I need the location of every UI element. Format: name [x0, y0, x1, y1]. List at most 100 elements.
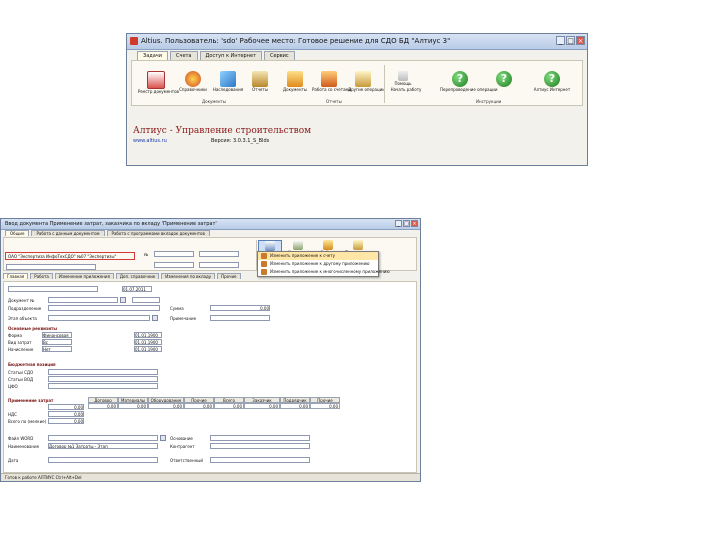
help-button[interactable]: Помощь	[390, 71, 416, 86]
posting-icon	[353, 240, 363, 250]
subtab-work[interactable]: Работа	[30, 273, 53, 279]
cost-code-field[interactable]	[48, 376, 158, 382]
document-window: Ввод документа Применение затрат, заказч…	[0, 218, 421, 482]
start-work-button[interactable]: Начать работу	[390, 87, 422, 92]
section-main-props: Основные реквизиты	[8, 326, 57, 331]
minimize-button[interactable]: _	[556, 36, 565, 45]
amount-field-3[interactable]: 0,00	[48, 418, 84, 424]
section-budget: Бюджетная позиция	[8, 362, 56, 367]
note-field[interactable]	[210, 315, 270, 321]
form-label: Форма	[8, 333, 22, 338]
close-button[interactable]: ×	[411, 220, 418, 227]
sum-field[interactable]: 0,00	[210, 305, 270, 311]
grid-cell-2[interactable]: 0,00	[118, 403, 148, 409]
contractor-field[interactable]	[210, 443, 310, 449]
subtab-changes[interactable]: Изменение приложения	[54, 273, 114, 279]
object-lookup-button[interactable]	[152, 315, 158, 321]
highlighted-doc-reference: ОАО "Экспертиза ИнфоТехСДО" №07 "Эксперт…	[5, 252, 135, 260]
subtab-other[interactable]: Прочие	[217, 273, 241, 279]
date-field-5[interactable]: 01.01.1900	[134, 346, 162, 352]
reports-button[interactable]: Отчеты	[246, 71, 274, 92]
type-field[interactable]: Вс	[42, 339, 72, 345]
ribbon-field-4[interactable]	[154, 262, 194, 268]
accounts-work-button[interactable]: Работа со счетами	[312, 71, 351, 92]
question-icon: ?	[544, 71, 560, 87]
menu-item-edit-multi[interactable]: Изменить приложение к многочисленному пр…	[258, 268, 390, 276]
dept-label: Подразделение	[8, 306, 42, 311]
ribbon-field-1[interactable]	[154, 251, 194, 257]
status-text: Готов к работе АЛТИУС Ctrl+Alt+Del	[5, 475, 82, 480]
grid-cell-5[interactable]: 0,00	[214, 403, 244, 409]
ribbon-field-2[interactable]	[199, 251, 239, 257]
subtab-by-deposit[interactable]: Изменения по вкладу	[161, 273, 216, 279]
question-button-2[interactable]: ?	[484, 71, 524, 87]
ribbon-field-3[interactable]	[6, 264, 96, 270]
altius-internet-button[interactable]: ? Алтиус Интернет	[530, 71, 574, 92]
grid-cell-1[interactable]: 0,00	[88, 403, 118, 409]
tab-tasks[interactable]: Задачи	[137, 51, 168, 60]
date-field-3[interactable]: 01.01.1900	[134, 332, 162, 338]
tab-internet[interactable]: Доступ к Интернет	[199, 51, 262, 60]
docs-icon	[287, 71, 303, 87]
tab-general[interactable]: Общие	[5, 230, 30, 236]
name-label: Наименование	[8, 444, 40, 449]
docs-button[interactable]: Документы	[280, 71, 310, 92]
date-field-1[interactable]: 01.07.2011	[122, 286, 152, 292]
responsible-field[interactable]	[210, 457, 310, 463]
grid-cell-3[interactable]: 0,00	[148, 403, 184, 409]
tab-service[interactable]: Сервис	[263, 51, 295, 60]
object-field[interactable]	[48, 315, 150, 321]
dept-field[interactable]	[48, 305, 160, 311]
grid-cell-6[interactable]: 0,00	[244, 403, 280, 409]
reposting-button[interactable]: ? Перепроведение операции	[440, 71, 498, 92]
other-ops-icon	[355, 71, 371, 87]
basis-field[interactable]	[210, 435, 310, 441]
name-field[interactable]: Договор №1 Затраты - Этап	[48, 443, 158, 449]
top-field[interactable]	[8, 286, 98, 292]
inheritance-button[interactable]: Наследования	[212, 71, 244, 92]
reports-icon	[252, 71, 268, 87]
brand-url[interactable]: www.altius.ru	[133, 138, 167, 144]
version-label: Версия: 3.0.3.1_S_Blds	[211, 138, 270, 144]
tab-doc-work[interactable]: Работа с данным документом	[31, 230, 105, 236]
app-logo-icon	[130, 37, 138, 45]
date-field-6[interactable]	[48, 457, 158, 463]
cost-field[interactable]	[48, 369, 158, 375]
date-field-4[interactable]: 01.01.1900	[134, 339, 162, 345]
edit-icon	[265, 241, 275, 251]
minimize-button[interactable]: _	[395, 220, 402, 227]
window-title: Altius. Пользователь: 'sdo' Рабочее мест…	[141, 37, 451, 45]
subtab-extra[interactable]: Доп. справочник	[115, 273, 160, 279]
subtab-main[interactable]: Главная	[3, 273, 29, 279]
grid-cell-4[interactable]: 0,00	[184, 403, 214, 409]
menu-item-edit-other[interactable]: Изменить приложение к другому приложению	[258, 260, 378, 268]
tab-accounts[interactable]: Счета	[170, 51, 198, 60]
amount-field-1[interactable]: 0,00	[48, 404, 84, 410]
responsible-label: Ответственный	[170, 458, 203, 463]
doc-no-lookup-button[interactable]	[120, 297, 126, 303]
sm-field[interactable]	[48, 383, 158, 389]
date-field-2[interactable]	[132, 297, 160, 303]
sm-label: ЦФО	[8, 384, 18, 389]
maximize-button[interactable]: □	[566, 36, 575, 45]
file-browse-button[interactable]	[160, 435, 166, 441]
menu-item-edit-account[interactable]: Изменить приложение к счету	[258, 252, 378, 260]
grid-cell-7[interactable]: 0,00	[280, 403, 310, 409]
maximize-button[interactable]: □	[403, 220, 410, 227]
accrual-field[interactable]: Нет	[42, 346, 72, 352]
file-field[interactable]	[48, 435, 158, 441]
grid-cell-8[interactable]: 0,00	[310, 403, 340, 409]
ribbon-panel: Реестр документов Справочники Наследован…	[131, 60, 583, 106]
tab-programs[interactable]: Работа с программами вкладок документов	[106, 230, 210, 236]
doc-no-field[interactable]	[48, 297, 118, 303]
form-field[interactable]: Финансовая	[42, 332, 72, 338]
amount-field-2[interactable]: 0,00	[48, 411, 84, 417]
other-operations-button[interactable]: Другие операции	[348, 71, 385, 92]
ribbon-field-5[interactable]	[199, 262, 239, 268]
documents-registry-button[interactable]: Реестр документов	[138, 71, 179, 94]
directories-button[interactable]: Справочники	[176, 71, 210, 92]
form-body: 01.07.2011 Документ № Подразделение Этап…	[3, 281, 417, 473]
close-button[interactable]: ×	[576, 36, 585, 45]
vat-label: НДС	[8, 412, 17, 417]
sum-label: Сумма	[170, 306, 184, 311]
